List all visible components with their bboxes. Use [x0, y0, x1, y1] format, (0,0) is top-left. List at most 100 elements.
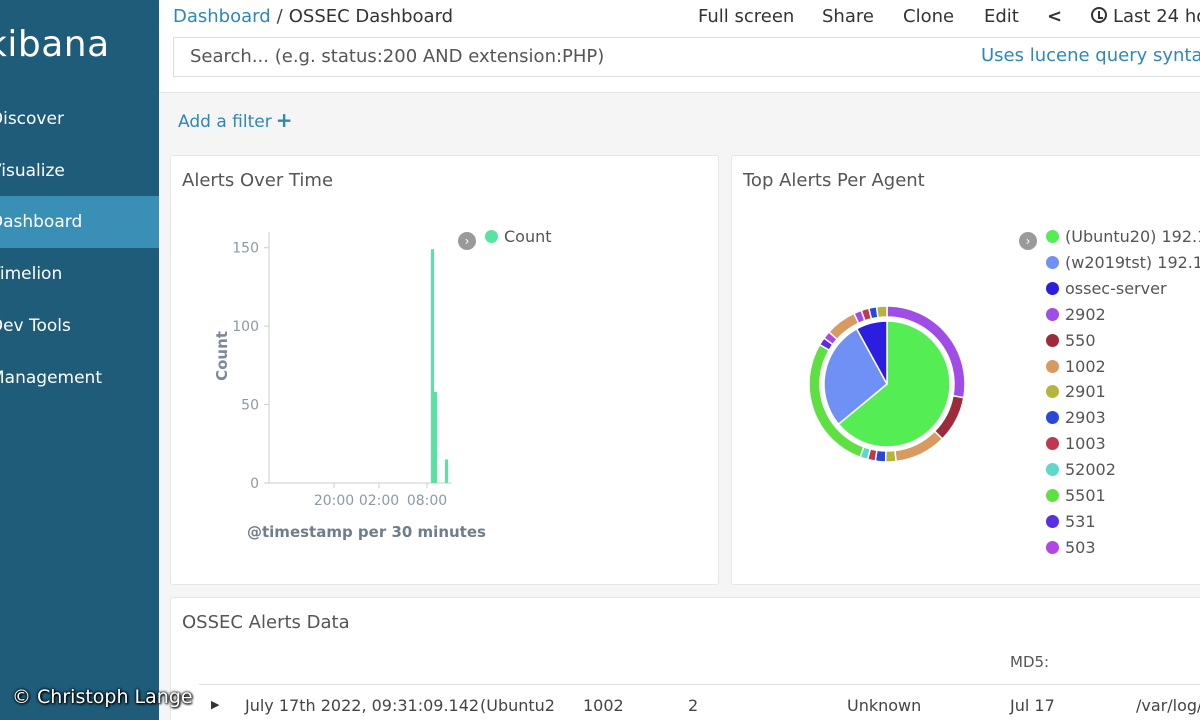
legend-label: (Ubuntu20) 192.16 — [1065, 227, 1200, 246]
nav-label: Timelion — [0, 264, 63, 284]
legend-item[interactable]: 5501 — [1046, 486, 1106, 505]
copyright-watermark: © Christoph Lange — [12, 686, 193, 708]
cell-level: 2 — [688, 696, 699, 715]
nav-label: Dev Tools — [0, 316, 71, 336]
x-axis-label: @timestamp per 30 minutes — [247, 523, 486, 541]
column-header-md5[interactable]: MD5: — [1010, 653, 1049, 671]
chart-bar — [434, 392, 437, 483]
search-input[interactable] — [190, 46, 950, 67]
cell-path: /var/log/ — [1136, 696, 1200, 715]
legend-dot — [1046, 307, 1059, 321]
legend-item[interactable]: 2902 — [1046, 305, 1106, 324]
legend-dot — [1046, 333, 1059, 347]
nav-label: Discover — [0, 109, 64, 129]
tick-group: 0 50 100 150 20:00 02:00 08:00 — [232, 241, 447, 509]
nav-item-dev-tools[interactable]: Dev Tools — [0, 300, 159, 352]
legend-toggle-icon[interactable]: › — [458, 232, 476, 250]
nav-item-management[interactable]: Management — [0, 352, 159, 404]
top-alerts-pie — [808, 305, 966, 463]
legend-toggle-icon[interactable]: › — [1019, 232, 1037, 250]
legend-label: 2901 — [1065, 382, 1106, 402]
alerts-over-time-panel: Alerts Over Time Count @timestamp per 30… — [170, 155, 719, 585]
legend-label: 2903 — [1065, 408, 1106, 428]
filter-bar: Add a filter + — [159, 93, 1200, 145]
legend-item[interactable]: 1002 — [1046, 357, 1106, 376]
clock-icon — [1091, 7, 1107, 23]
legend-item[interactable]: ossec-server — [1046, 279, 1167, 298]
nav-label: Management — [0, 368, 102, 388]
breadcrumb-current: OSSEC Dashboard — [288, 6, 454, 27]
legend-item[interactable]: 2903 — [1046, 408, 1106, 427]
legend-dot — [1046, 463, 1059, 477]
breadcrumb-dashboard-link[interactable]: Dashboard — [173, 6, 271, 27]
add-filter-label: Add a filter — [178, 112, 272, 132]
bar-group — [431, 249, 448, 483]
sidebar: kibana Discover Visualize Dashboard Time… — [0, 0, 159, 720]
legend-label: 503 — [1065, 537, 1096, 557]
legend-label: 550 — [1065, 330, 1096, 350]
legend-label: 1003 — [1065, 434, 1106, 454]
lucene-syntax-link[interactable]: Uses lucene query syntax — [981, 45, 1200, 66]
legend-item-count[interactable]: Count — [485, 227, 552, 246]
y-tick-label: 150 — [232, 241, 259, 257]
x-tick-label: 08:00 — [407, 493, 447, 509]
top-alerts-panel: Top Alerts Per Agent › (Ubuntu20) 192.16… — [731, 155, 1200, 585]
y-tick-label: 100 — [232, 319, 259, 335]
legend-item[interactable]: 550 — [1046, 331, 1096, 350]
legend-dot — [485, 230, 498, 243]
full-screen-button[interactable]: Full screen — [698, 6, 794, 27]
cell-date: Jul 17 — [1010, 696, 1055, 715]
legend-item[interactable]: 531 — [1046, 512, 1096, 531]
table-header-divider — [199, 684, 1200, 685]
legend-dot — [1046, 281, 1059, 295]
legend-item[interactable]: 503 — [1046, 538, 1096, 557]
nav-label: Visualize — [0, 161, 65, 181]
legend-item[interactable]: (Ubuntu20) 192.16 — [1046, 227, 1200, 246]
legend-label: 2902 — [1065, 304, 1106, 324]
panel-title: OSSEC Alerts Data — [182, 612, 350, 633]
panel-title: Top Alerts Per Agent — [743, 170, 925, 191]
kibana-logo[interactable]: kibana — [0, 24, 110, 65]
row-expand-icon[interactable]: ▶ — [211, 698, 219, 711]
nav-item-dashboard[interactable]: Dashboard — [0, 196, 159, 248]
legend-item[interactable]: 52002 — [1046, 460, 1116, 479]
share-button[interactable]: Share — [822, 6, 874, 27]
y-axis-label: Count — [213, 331, 231, 381]
time-picker[interactable]: Last 24 hours — [1091, 6, 1200, 27]
legend-dot — [1046, 411, 1059, 425]
alerts-data-panel: OSSEC Alerts Data MD5: ▶ July 17th 2022,… — [170, 597, 1200, 720]
legend-dot — [1046, 489, 1059, 502]
cell-agent: (Ubuntu2 — [480, 696, 555, 715]
cell-rule: 1002 — [583, 696, 624, 715]
nav-label: Dashboard — [0, 212, 83, 232]
breadcrumb: Dashboard / OSSEC Dashboard — [173, 6, 453, 27]
x-tick-label: 20:00 — [314, 493, 354, 509]
nav-item-discover[interactable]: Discover — [0, 93, 159, 145]
nav-item-visualize[interactable]: Visualize — [0, 145, 159, 197]
nav-item-timelion[interactable]: Timelion — [0, 248, 159, 300]
breadcrumb-separator: / — [276, 6, 283, 27]
add-filter-button[interactable]: Add a filter + — [178, 108, 292, 132]
cell-timestamp: July 17th 2022, 09:31:09.142 — [245, 696, 480, 715]
legend-dot — [1046, 540, 1059, 554]
legend-label: 5501 — [1065, 486, 1106, 505]
legend-dot — [1046, 230, 1059, 243]
legend-item[interactable]: (w2019tst) 192.16 — [1046, 253, 1200, 272]
legend-item[interactable]: 2901 — [1046, 382, 1106, 401]
clone-button[interactable]: Clone — [903, 6, 954, 27]
chevron-left-icon[interactable]: < — [1047, 6, 1062, 27]
y-tick-label: 50 — [241, 398, 259, 414]
pie-slice-outer — [884, 449, 897, 463]
legend-label: 1002 — [1065, 356, 1106, 376]
legend-dot — [1046, 385, 1059, 399]
top-bar: Dashboard / OSSEC Dashboard Full screen Sh… — [159, 0, 1200, 93]
legend-label: (w2019tst) 192.16 — [1065, 252, 1200, 272]
y-tick-label: 0 — [250, 476, 259, 492]
pie-slice-outer — [875, 305, 888, 319]
legend-label: 52002 — [1065, 460, 1116, 480]
legend-label: ossec-server — [1065, 278, 1167, 298]
legend-item[interactable]: 1003 — [1046, 434, 1106, 453]
edit-button[interactable]: Edit — [984, 6, 1019, 27]
legend-label: 531 — [1065, 511, 1096, 531]
plus-icon: + — [275, 108, 293, 132]
